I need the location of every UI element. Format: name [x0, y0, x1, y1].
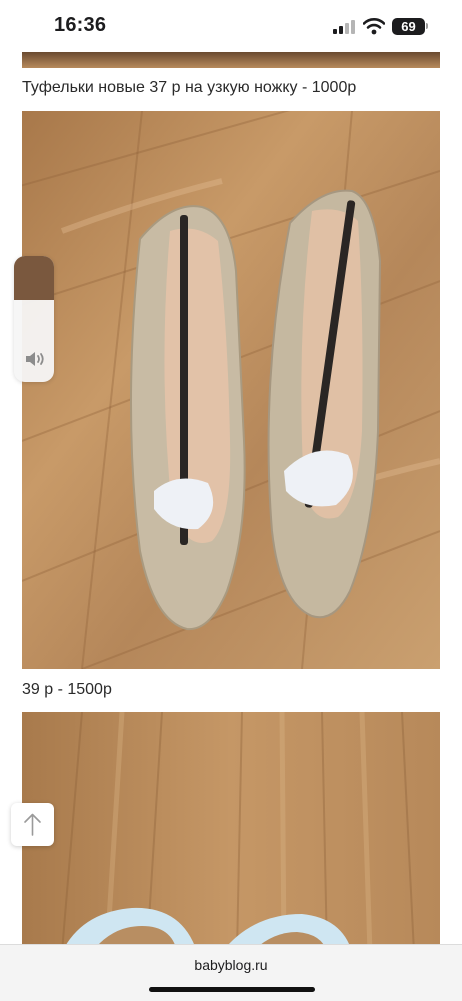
volume-hud[interactable]: [14, 256, 54, 382]
volume-level-fill: [14, 256, 54, 300]
browser-address-bar[interactable]: babyblog.ru: [0, 944, 462, 1001]
arrow-up-icon: [24, 813, 41, 836]
listing-photo-previous[interactable]: [22, 52, 440, 68]
status-time: 16:36: [54, 14, 107, 36]
status-bar: 16:36 69: [0, 0, 462, 52]
listing-photo-shoes[interactable]: [22, 712, 440, 952]
home-indicator[interactable]: [149, 987, 315, 992]
scroll-to-top-button[interactable]: [11, 803, 54, 846]
url-label[interactable]: babyblog.ru: [0, 957, 462, 973]
listing-caption: Туфельки новые 37 р на узкую ножку - 100…: [22, 79, 357, 96]
battery-cap: [426, 23, 428, 29]
listing-caption: 39 р - 1500р: [22, 681, 112, 698]
listing-photo-shoes[interactable]: [22, 111, 440, 669]
wifi-icon: [363, 18, 385, 35]
speaker-icon: [26, 352, 44, 366]
signal-icon: [333, 20, 355, 34]
battery-indicator: 69: [392, 18, 425, 35]
